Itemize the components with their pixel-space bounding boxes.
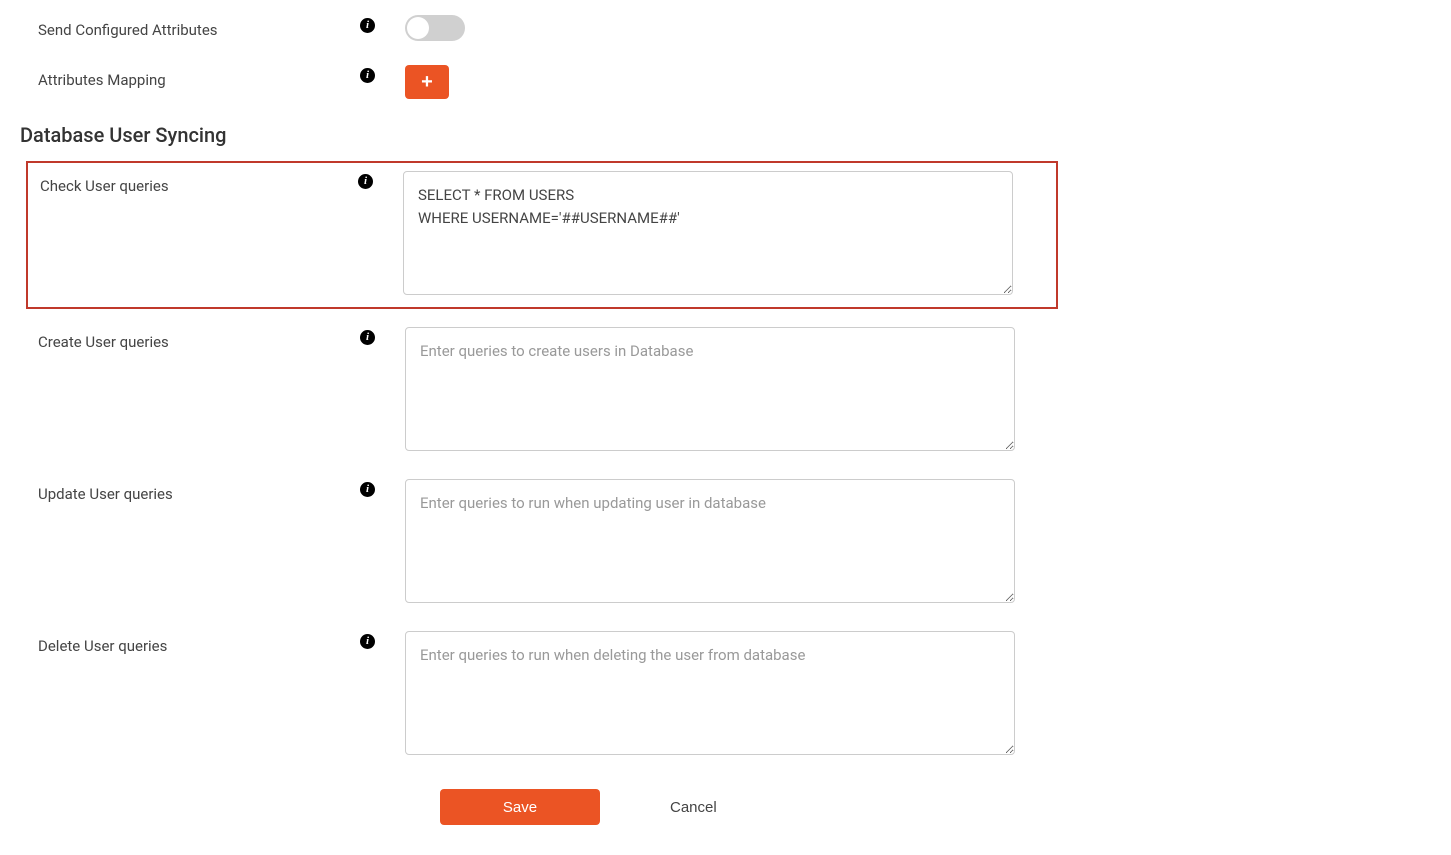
add-attribute-mapping-button[interactable]: +	[405, 65, 449, 99]
database-user-syncing-heading: Database User Syncing	[20, 123, 1431, 147]
check-user-highlight-box: Check User queries i	[26, 161, 1058, 309]
info-icon[interactable]: i	[360, 482, 375, 497]
update-user-label: Update User queries	[38, 479, 173, 503]
delete-user-textarea[interactable]	[405, 631, 1015, 755]
update-user-row: Update User queries i	[20, 479, 1431, 607]
plus-icon: +	[421, 71, 433, 94]
info-icon[interactable]: i	[360, 18, 375, 33]
info-icon[interactable]: i	[360, 634, 375, 649]
send-configured-attributes-label: Send Configured Attributes	[38, 15, 218, 39]
info-icon[interactable]: i	[360, 68, 375, 83]
create-user-textarea[interactable]	[405, 327, 1015, 451]
info-icon[interactable]: i	[360, 330, 375, 345]
delete-user-label: Delete User queries	[38, 631, 167, 655]
cancel-button[interactable]: Cancel	[670, 799, 717, 816]
info-icon[interactable]: i	[358, 174, 373, 189]
check-user-label: Check User queries	[40, 171, 169, 195]
check-user-row: Check User queries i	[32, 171, 1052, 299]
update-user-textarea[interactable]	[405, 479, 1015, 603]
create-user-row: Create User queries i	[20, 327, 1431, 455]
toggle-knob	[407, 17, 429, 39]
create-user-label: Create User queries	[38, 327, 169, 351]
button-row: Save Cancel	[20, 789, 1431, 825]
delete-user-row: Delete User queries i	[20, 631, 1431, 759]
attributes-mapping-label: Attributes Mapping	[38, 65, 166, 89]
check-user-textarea[interactable]	[403, 171, 1013, 295]
send-configured-attributes-row: Send Configured Attributes i	[20, 15, 1431, 41]
attributes-mapping-row: Attributes Mapping i +	[20, 65, 1431, 99]
save-button[interactable]: Save	[440, 789, 600, 825]
send-configured-attributes-toggle[interactable]	[405, 15, 465, 41]
